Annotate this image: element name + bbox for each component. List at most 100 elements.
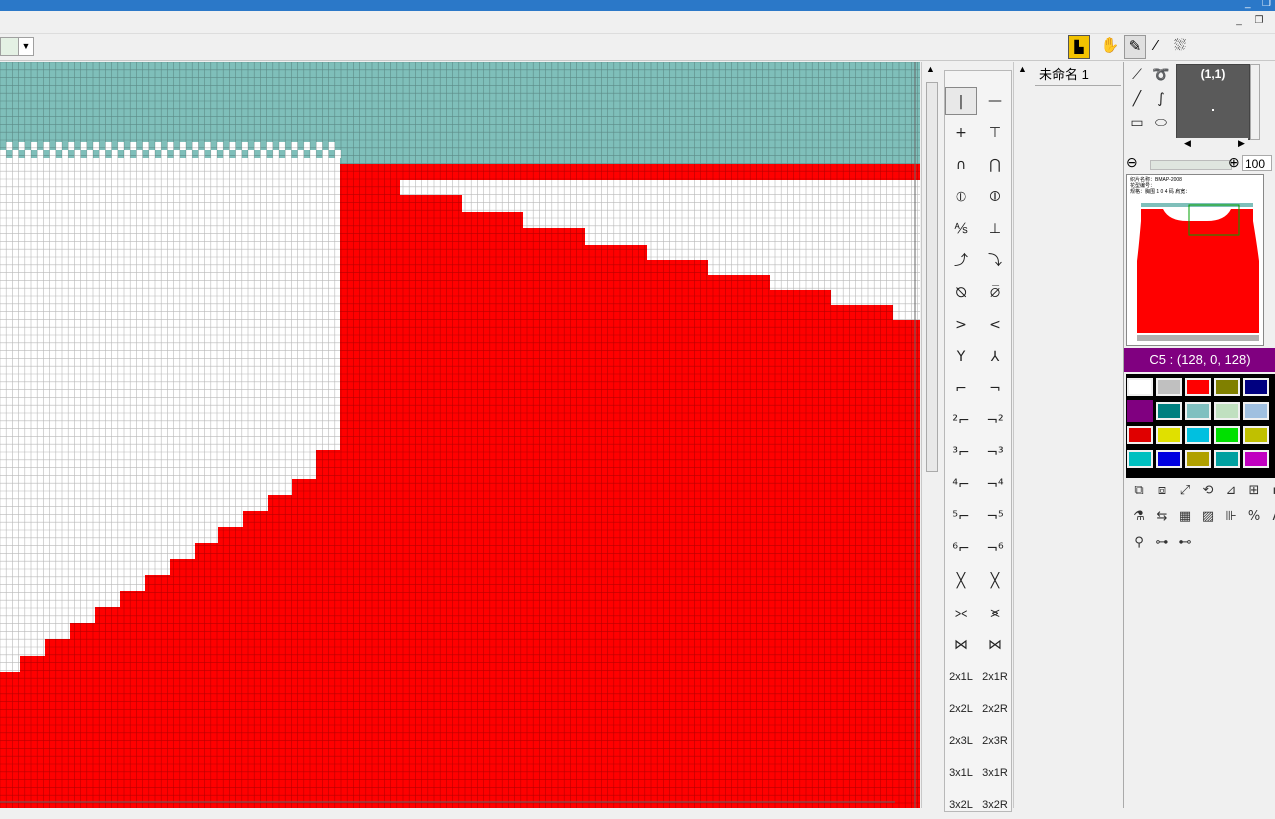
color-swatch[interactable] bbox=[1214, 426, 1240, 444]
color-swatch[interactable] bbox=[1156, 378, 1182, 396]
curve-tool-icon[interactable]: ∫ bbox=[1150, 88, 1172, 110]
color-swatch[interactable] bbox=[1185, 426, 1211, 444]
color-swatch[interactable] bbox=[1127, 426, 1153, 444]
tool-icon-2-0[interactable]: ⚲ bbox=[1128, 532, 1150, 554]
stitch-symbol-4-1[interactable]: ⊥ bbox=[979, 215, 1011, 243]
stitch-symbol-19-0[interactable]: 2x2L bbox=[945, 695, 977, 723]
color-swatch[interactable] bbox=[1156, 426, 1182, 444]
color-swatch[interactable] bbox=[1127, 450, 1153, 468]
zoom-slider[interactable] bbox=[1150, 160, 1232, 170]
color-swatch[interactable] bbox=[1214, 402, 1240, 420]
mdi-minimize-button[interactable]: _ bbox=[1232, 15, 1246, 28]
stitch-symbol-12-0[interactable]: ⁴⌐ bbox=[945, 471, 977, 499]
stitch-symbol-14-0[interactable]: ⁶⌐ bbox=[945, 535, 977, 563]
layer-select-dropdown[interactable]: ▼ bbox=[0, 37, 34, 56]
preview-horizontal-scrollbar[interactable]: ◀ ▶ bbox=[1176, 138, 1248, 150]
color-swatch[interactable] bbox=[1243, 426, 1269, 444]
hand-pan-icon[interactable]: ✋ bbox=[1100, 35, 1120, 57]
stitch-symbol-5-0[interactable]: ⤴ bbox=[945, 247, 977, 275]
stitch-symbol-3-0[interactable]: ⦶ bbox=[945, 183, 977, 211]
tool-icon-2-1[interactable]: ⊶ bbox=[1151, 532, 1173, 554]
tool-icon-1-3[interactable]: ▨ bbox=[1197, 506, 1219, 528]
scroll-right-icon[interactable]: ▶ bbox=[1238, 138, 1245, 149]
sweater-shape-icon[interactable]: ▙ bbox=[1068, 35, 1090, 59]
color-swatch[interactable] bbox=[1185, 450, 1211, 468]
stitch-grid[interactable] bbox=[0, 62, 920, 808]
ruler-icon[interactable]: ⟋ bbox=[1126, 64, 1148, 86]
stitch-symbol-10-0[interactable]: ²⌐ bbox=[945, 407, 977, 435]
stitch-symbol-15-1[interactable]: ╳ bbox=[979, 567, 1011, 595]
preview-vertical-scrollbar[interactable] bbox=[1250, 64, 1260, 140]
stitch-symbol-16-0[interactable]: ⪥ bbox=[945, 599, 977, 627]
stitch-symbol-11-1[interactable]: ¬³ bbox=[979, 439, 1011, 467]
stitch-symbol-21-0[interactable]: 3x1L bbox=[945, 759, 977, 787]
stitch-symbol-13-1[interactable]: ¬⁵ bbox=[979, 503, 1011, 531]
color-swatch[interactable] bbox=[1214, 450, 1240, 468]
stitch-symbol-2-0[interactable]: ∩ bbox=[945, 151, 977, 179]
symbol-scrollbar[interactable]: ▲ bbox=[1013, 62, 1032, 808]
chevron-down-icon[interactable]: ▼ bbox=[18, 38, 33, 55]
tool-icon-0-5[interactable]: ⊞ bbox=[1243, 480, 1265, 502]
tool-icon-1-2[interactable]: ▦ bbox=[1174, 506, 1196, 528]
tool-icon-1-0[interactable]: ⚗ bbox=[1128, 506, 1150, 528]
tool-icon-0-2[interactable]: ⤢ bbox=[1174, 480, 1196, 502]
rectangle-tool-icon[interactable]: ▭ bbox=[1126, 112, 1148, 134]
color-swatch[interactable] bbox=[1243, 378, 1269, 396]
minimize-icon[interactable]: _ bbox=[1245, 0, 1251, 9]
maximize-icon[interactable]: ❐ bbox=[1262, 0, 1271, 9]
color-swatch[interactable] bbox=[1127, 378, 1153, 396]
color-swatch[interactable] bbox=[1185, 378, 1211, 396]
stitch-symbol-0-0[interactable]: | bbox=[945, 87, 977, 115]
zoom-out-icon[interactable]: ⊖ bbox=[1126, 154, 1138, 171]
stitch-symbol-9-1[interactable]: ¬ bbox=[979, 375, 1011, 403]
spray-brush-icon[interactable]: ⛆ bbox=[1170, 35, 1190, 57]
stitch-symbol-5-1[interactable]: ⤵ bbox=[979, 247, 1011, 275]
stitch-symbol-2-1[interactable]: ⋂ bbox=[979, 151, 1011, 179]
tool-icon-0-0[interactable]: ⧉ bbox=[1128, 480, 1150, 502]
color-swatch[interactable] bbox=[1156, 450, 1182, 468]
color-swatch[interactable] bbox=[1243, 402, 1269, 420]
scroll-left-icon[interactable]: ◀ bbox=[1184, 138, 1191, 149]
stitch-symbol-16-1[interactable]: ⪤ bbox=[979, 599, 1011, 627]
stitch-symbol-12-1[interactable]: ¬⁴ bbox=[979, 471, 1011, 499]
stitch-symbol-8-1[interactable]: ⅄ bbox=[979, 343, 1011, 371]
color-swatch[interactable] bbox=[1185, 402, 1211, 420]
tool-icon-1-4[interactable]: ⊪ bbox=[1220, 506, 1242, 528]
zoom-value[interactable]: 100 bbox=[1242, 155, 1272, 171]
zoom-in-icon[interactable]: ⊕ bbox=[1228, 154, 1240, 171]
lasso-icon[interactable]: ➰ bbox=[1150, 64, 1172, 86]
stitch-symbol-18-1[interactable]: 2x1R bbox=[979, 663, 1011, 691]
stitch-symbol-22-1[interactable]: 3x2R bbox=[979, 791, 1011, 819]
tab-untitled-1[interactable]: 未命名 1 bbox=[1035, 64, 1121, 86]
stitch-symbol-15-0[interactable]: ╳ bbox=[945, 567, 977, 595]
ellipse-tool-icon[interactable]: ⬭ bbox=[1150, 112, 1172, 134]
tool-icon-0-6[interactable]: ▪ bbox=[1266, 480, 1275, 502]
stitch-symbol-22-0[interactable]: 3x2L bbox=[945, 791, 977, 819]
stitch-symbol-13-0[interactable]: ⁵⌐ bbox=[945, 503, 977, 531]
tool-icon-1-5[interactable]: % bbox=[1243, 506, 1265, 528]
garment-thumbnail[interactable]: 织片名称：BMAP-2008 花型编号： 规格：胸围 1 0 4 码 肩宽： bbox=[1126, 174, 1264, 346]
line-draw-icon[interactable]: ⁄ bbox=[1146, 35, 1166, 57]
tool-icon-0-1[interactable]: ⧈ bbox=[1151, 480, 1173, 502]
stitch-symbol-17-1[interactable]: ⋈ bbox=[979, 631, 1011, 659]
stitch-symbol-4-0[interactable]: ⅍ bbox=[945, 215, 977, 243]
tool-icon-2-2[interactable]: ⊷ bbox=[1174, 532, 1196, 554]
stitch-symbol-1-0[interactable]: + bbox=[945, 119, 977, 147]
mdi-restore-button[interactable]: ❐ bbox=[1252, 15, 1266, 28]
stitch-symbol-9-0[interactable]: ⌐ bbox=[945, 375, 977, 403]
color-swatch[interactable] bbox=[1214, 378, 1240, 396]
scroll-up-icon[interactable]: ▲ bbox=[1018, 64, 1027, 74]
stitch-symbol-8-0[interactable]: Y bbox=[945, 343, 977, 371]
pencil-draw-icon[interactable]: ✎ bbox=[1124, 35, 1146, 59]
line-tool-icon[interactable]: ╱ bbox=[1126, 88, 1148, 110]
tool-icon-1-1[interactable]: ⇆ bbox=[1151, 506, 1173, 528]
stitch-symbol-20-0[interactable]: 2x3L bbox=[945, 727, 977, 755]
stitch-symbol-7-0[interactable]: > bbox=[945, 311, 977, 339]
knitting-grid-canvas[interactable] bbox=[0, 62, 920, 808]
stitch-symbol-17-0[interactable]: ⋈ bbox=[945, 631, 977, 659]
stitch-symbol-19-1[interactable]: 2x2R bbox=[979, 695, 1011, 723]
stitch-symbol-21-1[interactable]: 3x1R bbox=[979, 759, 1011, 787]
tool-icon-0-3[interactable]: ⟲ bbox=[1197, 480, 1219, 502]
stitch-symbol-7-1[interactable]: < bbox=[979, 311, 1011, 339]
stitch-symbol-14-1[interactable]: ¬⁶ bbox=[979, 535, 1011, 563]
